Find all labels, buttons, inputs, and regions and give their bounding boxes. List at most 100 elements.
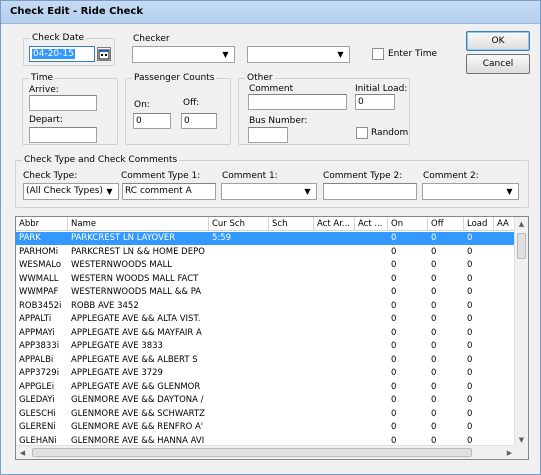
table-cell: PARKCREST LN LAYOVER — [71, 233, 176, 243]
bus-number-field[interactable] — [248, 127, 288, 143]
table-cell — [209, 300, 269, 313]
horizontal-scrollbar[interactable]: ◀ ▶ — [16, 445, 516, 459]
table-row[interactable]: APP3729i APPLEGATE AVE 3729 0 0 0 — [16, 367, 516, 380]
column-header[interactable]: Cur Sch — [209, 217, 269, 231]
column-header[interactable]: Act Ar... — [314, 217, 355, 231]
window-title: Check Edit - Ride Check — [10, 6, 143, 17]
arrive-field[interactable] — [29, 95, 97, 111]
enter-time-checkbox[interactable] — [372, 48, 384, 60]
ok-button[interactable]: OK — [466, 31, 530, 51]
initial-load-field[interactable]: 0 — [355, 94, 395, 110]
check-date-field[interactable]: 04-20-15 — [29, 46, 95, 62]
depart-field[interactable] — [29, 127, 97, 143]
table-row[interactable]: ROB3452i ROBB AVE 3452 0 0 0 — [16, 300, 516, 313]
comment1-combo[interactable]: ▼ — [221, 183, 317, 200]
table-cell: WWMPAF — [19, 287, 59, 297]
table-cell: 0 — [391, 300, 397, 311]
table-row[interactable]: APPMAYi APPLEGATE AVE && MAYFAIR A 0 0 0 — [16, 327, 516, 340]
table-cell — [314, 273, 355, 286]
stops-grid[interactable]: Abbr Name Cur Sch Sch Act Ar... Act ... On Off L… — [15, 216, 529, 460]
column-header[interactable]: Act ... — [355, 217, 388, 231]
comment-type2-field[interactable] — [323, 183, 417, 200]
table-cell: 0 — [431, 354, 437, 365]
calendar-icon[interactable] — [97, 47, 111, 61]
column-header[interactable]: Sch — [269, 217, 314, 231]
column-header[interactable]: Load — [464, 217, 494, 231]
random-checkbox[interactable] — [356, 127, 368, 139]
column-header[interactable]: On — [388, 217, 428, 231]
on-count-field[interactable]: 0 — [133, 113, 171, 129]
table-row[interactable]: WWMPAF WESTERNWOODS MALL && PA 0 0 0 — [16, 286, 516, 299]
check-type-combo[interactable]: (All Check Types) ▼ — [23, 183, 119, 200]
table-cell — [314, 259, 355, 272]
table-cell: 0 — [431, 273, 437, 284]
table-cell: 0 — [467, 260, 473, 270]
table-row[interactable]: PARHOMi PARKCREST LN && HOME DEPO 0 0 0 — [16, 246, 516, 259]
table-cell: 0 — [467, 408, 473, 419]
table-cell — [269, 286, 314, 299]
table-cell — [209, 340, 269, 353]
title-bar[interactable]: Check Edit - Ride Check — [1, 1, 540, 24]
table-cell: 0 — [431, 287, 437, 297]
table-cell: 0 — [467, 381, 473, 392]
table-cell: 0 — [391, 233, 397, 243]
scroll-left-icon[interactable]: ◀ — [16, 446, 29, 459]
checker-combo-1[interactable]: ▼ — [132, 46, 235, 63]
table-cell: 0 — [467, 327, 473, 338]
table-cell: 0 — [391, 341, 397, 351]
column-header[interactable]: Name — [68, 217, 209, 231]
table-cell: 0 — [391, 395, 397, 405]
table-row[interactable]: GLEDAYi GLENMORE AVE && DAYTONA / 0 0 0 — [16, 394, 516, 407]
time-group-label: Time — [29, 72, 56, 84]
depart-label: Depart: — [29, 115, 63, 125]
off-count-field[interactable]: 0 — [181, 113, 217, 129]
table-row[interactable]: WWMALL WESTERN WOODS MALL FACT 0 0 0 — [16, 273, 516, 286]
table-cell — [269, 354, 314, 367]
table-cell: 0 — [431, 368, 437, 378]
table-cell: WESTERN WOODS MALL FACT — [71, 273, 199, 284]
table-cell: 0 — [391, 368, 397, 378]
table-row[interactable]: GLERENi GLENMORE AVE && RENFRO A' 0 0 0 — [16, 421, 516, 434]
comment-type1-field[interactable]: RC comment A — [122, 183, 216, 200]
table-cell — [355, 286, 388, 299]
ride-check-window: Check Edit - Ride Check Check Date 04-20… — [0, 0, 541, 475]
table-cell — [269, 232, 314, 245]
table-cell: 0 — [431, 422, 437, 432]
table-cell: ROBB AVE 3452 — [71, 300, 139, 311]
cancel-button[interactable]: Cancel — [466, 54, 530, 74]
column-header[interactable]: Off — [428, 217, 464, 231]
table-row[interactable]: APPGLEi APPLEGATE AVE && GLENMOR 0 0 0 — [16, 381, 516, 394]
vertical-scrollbar[interactable]: ▲ ▼ — [514, 217, 528, 447]
checker-combo-2[interactable]: ▼ — [247, 46, 350, 63]
check-date-value: 04-20-15 — [32, 49, 75, 59]
column-header[interactable]: Abbr — [16, 217, 68, 231]
table-cell — [209, 327, 269, 340]
table-cell — [269, 327, 314, 340]
table-row[interactable]: APPALTi APPLEGATE AVE && ALTA VIST. 0 0 0 — [16, 313, 516, 326]
scroll-up-icon[interactable]: ▲ — [515, 217, 528, 231]
check-date-label: Check Date — [30, 32, 87, 44]
table-cell: 0 — [431, 314, 437, 324]
table-cell: 0 — [391, 314, 397, 324]
horizontal-scroll-thumb[interactable] — [32, 448, 472, 457]
table-cell: 0 — [391, 327, 397, 338]
table-row[interactable]: APPALBi APPLEGATE AVE && ALBERT S 0 0 0 — [16, 354, 516, 367]
table-row[interactable]: WESMALo WESTERNWOODS MALL 0 0 0 — [16, 259, 516, 272]
checker-label: Checker — [133, 34, 170, 44]
table-cell: 0 — [391, 408, 397, 419]
table-cell: 0 — [467, 395, 473, 405]
table-row[interactable]: GLESCHi GLENMORE AVE && SCHWARTZ 0 0 0 — [16, 408, 516, 421]
table-row[interactable]: APP3833i APPLEGATE AVE 3833 0 0 0 — [16, 340, 516, 353]
table-cell — [209, 408, 269, 421]
comment-field[interactable] — [248, 94, 347, 110]
table-row[interactable]: PARK PARKCREST LN LAYOVER 5:59 0 0 0 — [16, 232, 516, 245]
comment2-combo[interactable]: ▼ — [422, 183, 519, 200]
table-cell — [269, 313, 314, 326]
table-cell — [269, 381, 314, 394]
passenger-counts-group: Passenger Counts — [125, 72, 231, 145]
table-cell — [314, 313, 355, 326]
table-cell: GLENMORE AVE && RENFRO A' — [71, 422, 204, 432]
vertical-scroll-thumb[interactable] — [517, 233, 526, 259]
table-cell: APPLEGATE AVE && GLENMOR — [71, 381, 201, 392]
table-cell — [355, 408, 388, 421]
